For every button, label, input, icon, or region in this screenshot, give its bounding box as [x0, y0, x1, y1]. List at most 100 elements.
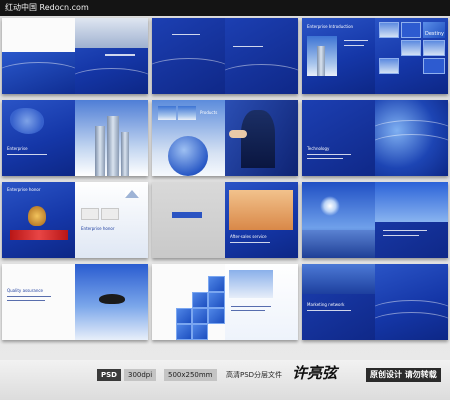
service-caption: After-sales service — [230, 234, 267, 239]
cubes-left-page — [152, 264, 225, 340]
spread-vision — [302, 182, 448, 258]
products-right-page — [225, 100, 298, 176]
quality-caption: Quality assurance — [7, 288, 44, 293]
spread-technology: Technology — [302, 100, 448, 176]
contents-title-line — [172, 34, 200, 35]
vision-text-line — [383, 235, 419, 236]
enterprise-left-page: Enterprise — [2, 100, 75, 176]
products-thumb — [178, 106, 196, 120]
handshake-photo — [229, 190, 293, 230]
format-badge: PSD — [97, 369, 121, 381]
enterprise-text-line — [7, 154, 47, 155]
enterprise-caption: Enterprise — [7, 146, 28, 151]
cover-wave-line — [2, 62, 75, 92]
honor-left-page: Enterprise honor — [2, 182, 75, 258]
network-caption: Marketing network — [307, 302, 345, 307]
quality-right-page — [75, 264, 148, 340]
file-note: 高清PSD分层文件 — [226, 371, 283, 379]
spread-contents — [152, 18, 298, 94]
cubes-right-page — [225, 264, 298, 340]
spread-cover — [2, 18, 148, 94]
technology-caption: Technology — [307, 146, 330, 151]
technology-right-page — [375, 100, 448, 176]
intro-building-photo — [307, 36, 337, 76]
contents-left-page — [152, 18, 225, 94]
cover-wave-line — [75, 68, 148, 94]
contents-wave-line — [225, 64, 298, 94]
technology-text-line — [307, 158, 343, 159]
contents-subtitle-line — [233, 46, 263, 47]
spread-quality: Quality assurance — [2, 264, 148, 340]
intro-text-line — [344, 45, 364, 46]
trophy-shape — [28, 206, 46, 226]
handshake-hand-shape — [229, 130, 247, 138]
intro-photo-tile — [379, 22, 399, 38]
technology-text-line — [307, 154, 351, 155]
spread-cubes — [152, 264, 298, 340]
certificate-thumb — [101, 208, 119, 220]
designer-signature: 许亮弦 — [292, 364, 338, 382]
quality-text-line — [7, 296, 51, 297]
intro-photo-tile — [379, 58, 399, 74]
site-label: 红动中国 Redocn.com — [5, 3, 89, 12]
celebration-photo — [229, 270, 273, 298]
intro-title: Enterprise Introduction — [307, 24, 354, 29]
network-text-line — [307, 310, 351, 311]
cooperation-left-page — [152, 182, 225, 258]
certificate-thumb — [81, 208, 99, 220]
vision-left-page — [302, 182, 375, 258]
products-left-page: Products — [152, 100, 225, 176]
cube-shape — [192, 308, 208, 324]
skyscraper-shape — [95, 126, 105, 176]
cover-title-line — [105, 54, 135, 56]
cube-shape — [208, 276, 225, 292]
cubes-text-line — [231, 306, 271, 307]
network-left-page: Marketing network — [302, 264, 375, 340]
quality-text-line — [7, 300, 45, 301]
cooperation-logo-bar — [172, 212, 202, 218]
cube-shape — [208, 308, 225, 324]
cover-city-photo — [75, 18, 148, 48]
site-header-bar: 红动中国 Redocn.com — [0, 0, 450, 16]
eagle-shape — [99, 294, 125, 304]
intro-photo-tile — [423, 40, 445, 56]
building-shape — [317, 46, 325, 76]
intro-blue-tile — [401, 22, 421, 38]
globe-shape — [168, 136, 208, 176]
cover-front-page — [75, 18, 148, 94]
cooperation-right-page: After-sales service — [225, 182, 298, 258]
technology-left-page: Technology — [302, 100, 375, 176]
spread-products: Products — [152, 100, 298, 176]
service-text-line — [230, 242, 270, 243]
cubes-text-line — [231, 310, 265, 311]
spread-honor: Enterprise honor Enterprise honor — [2, 182, 148, 258]
honor-right-caption: Enterprise honor — [81, 226, 115, 231]
vision-text-line — [383, 230, 427, 231]
enterprise-right-page — [75, 100, 148, 176]
china-map-shape — [10, 108, 44, 134]
cube-shape — [176, 308, 192, 324]
red-banner-shape — [10, 230, 68, 240]
products-thumb — [158, 106, 176, 120]
spread-cooperation: After-sales service — [152, 182, 298, 258]
paper-plane-shape — [125, 190, 139, 198]
horizon-shape — [302, 230, 375, 258]
network-back-cover — [375, 264, 448, 340]
intro-left-page: Enterprise Introduction — [302, 18, 375, 94]
contents-wave-line — [152, 58, 225, 88]
intro-blue-tile — [423, 58, 445, 74]
skyscraper-shape — [107, 116, 119, 176]
cover-back-page — [2, 18, 75, 94]
honor-right-page: Enterprise honor — [75, 182, 148, 258]
intro-photo-tile — [401, 40, 421, 56]
intro-right-page: Destiny — [375, 18, 448, 94]
back-cover-wave — [375, 312, 448, 340]
spread-introduction: Enterprise Introduction Destiny — [302, 18, 448, 94]
spread-enterprise: Enterprise — [2, 100, 148, 176]
businessman-shape — [241, 110, 275, 168]
sun-glow-shape — [320, 196, 340, 216]
brochure-preview-grid: Enterprise Introduction Destiny Enterpri… — [0, 16, 450, 360]
quality-left-page: Quality assurance — [2, 264, 75, 340]
spread-network: Marketing network — [302, 264, 448, 340]
vision-right-page — [375, 182, 448, 258]
